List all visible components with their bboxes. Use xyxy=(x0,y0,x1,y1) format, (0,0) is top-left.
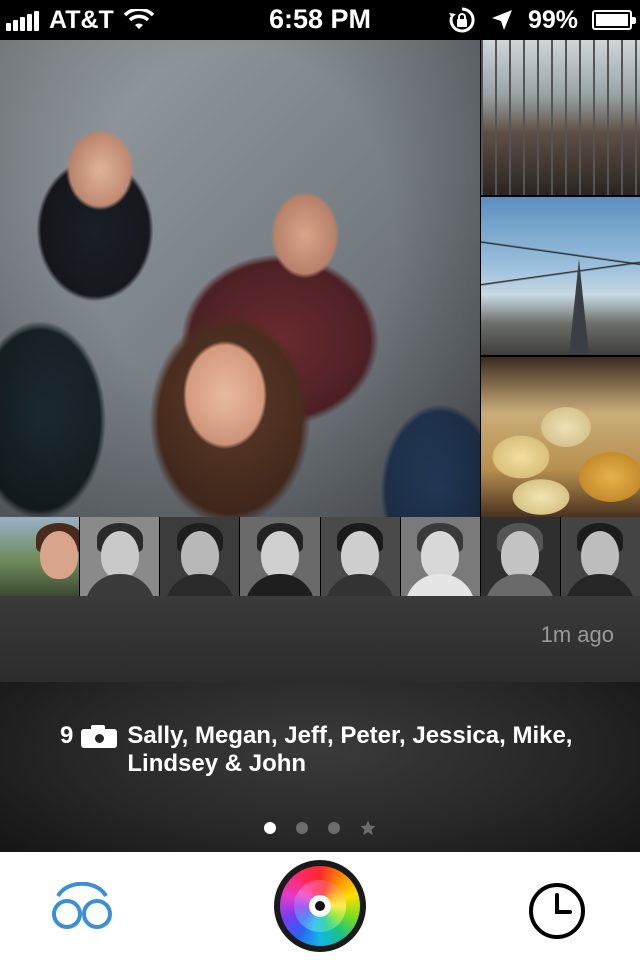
photo-count: 9 xyxy=(60,722,74,749)
page-dot[interactable] xyxy=(328,822,340,834)
location-arrow-icon xyxy=(491,10,512,30)
page-dot[interactable] xyxy=(264,822,276,834)
thumbnail[interactable] xyxy=(480,517,560,596)
side-photo-cheese[interactable] xyxy=(481,357,640,517)
camera-icon xyxy=(81,724,118,748)
people-names: Sally, Megan, Jeff, Peter, Jessica, Mike… xyxy=(127,722,600,778)
color-wheel-camera-button[interactable] xyxy=(274,860,366,952)
moment-caption: 9 Sally, Megan, Jeff, Peter, Jessica, Mi… xyxy=(60,722,600,778)
timestamp: 1m ago xyxy=(540,622,614,647)
friends-infinity-icon[interactable] xyxy=(50,882,114,934)
photo-grid xyxy=(0,40,640,596)
battery-icon xyxy=(592,10,636,30)
thumbnail[interactable] xyxy=(240,517,320,596)
hero-photo[interactable] xyxy=(0,40,480,517)
moment-info-panel[interactable]: 9 Sally, Megan, Jeff, Peter, Jessica, Mi… xyxy=(0,682,640,852)
side-photo-market-hall[interactable] xyxy=(481,40,640,195)
people-names-line1: Sally, Megan, Jeff, Peter, Jessica, Mike… xyxy=(127,722,573,749)
thumbnail[interactable] xyxy=(80,517,160,596)
thumbnail[interactable] xyxy=(320,517,400,596)
side-photo-skyline[interactable] xyxy=(481,197,640,355)
thumbnail[interactable] xyxy=(560,517,640,596)
rotation-lock-icon xyxy=(448,7,475,33)
people-names-line2: Lindsey & John xyxy=(127,750,307,777)
color-wheel-camera-icon xyxy=(280,866,360,946)
tab-bar xyxy=(0,852,640,960)
status-bar: AT&T 6:58 PM 99% xyxy=(0,0,640,40)
battery-percent: 99% xyxy=(527,5,578,34)
clock-icon[interactable] xyxy=(528,882,586,940)
star-icon[interactable] xyxy=(360,820,376,836)
page-dot[interactable] xyxy=(296,822,308,834)
page-indicator[interactable] xyxy=(0,820,640,836)
thumbnail[interactable] xyxy=(400,517,480,596)
moment-header: 1m ago xyxy=(0,596,640,682)
thumbnail[interactable] xyxy=(160,517,240,596)
thumbnail-strip xyxy=(0,517,640,596)
thumbnail[interactable] xyxy=(0,517,80,596)
